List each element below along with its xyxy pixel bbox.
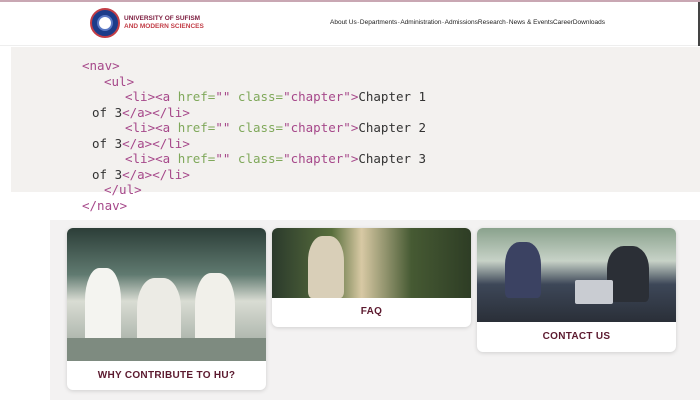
- code-ul-close: </ul>: [104, 182, 142, 197]
- nav-about-us[interactable]: About Us: [330, 19, 357, 26]
- nav-research[interactable]: Research: [478, 19, 506, 26]
- code-line-1-wrap: of 3</a></li>: [92, 105, 190, 120]
- crest-icon: [90, 8, 120, 38]
- site-header: UNIVERSITY OF SUFISM AND MODERN SCIENCES…: [0, 2, 700, 46]
- code-ul-open: <ul>: [104, 74, 135, 89]
- logo-text: UNIVERSITY OF SUFISM AND MODERN SCIENCES: [124, 15, 204, 31]
- card-label-contact-us: CONTACT US: [542, 331, 611, 342]
- card-contact-us[interactable]: CONTACT US: [477, 228, 676, 352]
- students-photo: [477, 228, 676, 322]
- card-label-faq: FAQ: [360, 306, 383, 317]
- code-nav-open: <nav>: [82, 58, 120, 73]
- code-line-3-wrap: of 3</a></li>: [92, 167, 190, 182]
- library-photo: [272, 228, 471, 298]
- nav-administration[interactable]: Administration: [400, 19, 441, 26]
- nav-downloads[interactable]: Downloads: [573, 19, 605, 26]
- page: UNIVERSITY OF SUFISM AND MODERN SCIENCES…: [0, 0, 700, 400]
- code-line-1: <li><a href="" class="chapter">Chapter 1: [125, 89, 427, 104]
- university-logo[interactable]: UNIVERSITY OF SUFISM AND MODERN SCIENCES: [90, 8, 204, 38]
- main-nav: About Us - Departments - Administration …: [330, 19, 606, 26]
- lab-photo: [67, 228, 266, 361]
- nav-news-events[interactable]: News & Events: [509, 19, 553, 26]
- code-line-3: <li><a href="" class="chapter">Chapter 3: [125, 151, 427, 166]
- logo-line-2: AND MODERN SCIENCES: [124, 23, 204, 30]
- cards-section: WHY CONTRIBUTE TO HU? FAQ CONTACT US: [50, 220, 700, 400]
- code-line-2: <li><a href="" class="chapter">Chapter 2: [125, 120, 427, 135]
- nav-career[interactable]: Career: [553, 19, 573, 26]
- nav-departments[interactable]: Departments: [360, 19, 397, 26]
- card-label-why-contribute: WHY CONTRIBUTE TO HU?: [97, 370, 236, 381]
- code-line-2-wrap: of 3</a></li>: [92, 136, 190, 151]
- card-faq[interactable]: FAQ: [272, 228, 471, 327]
- card-why-contribute[interactable]: WHY CONTRIBUTE TO HU?: [67, 228, 266, 390]
- code-nav-close: </nav>: [82, 198, 128, 213]
- logo-line-1: UNIVERSITY OF SUFISM: [124, 15, 201, 22]
- nav-admissions[interactable]: Admissions: [445, 19, 478, 26]
